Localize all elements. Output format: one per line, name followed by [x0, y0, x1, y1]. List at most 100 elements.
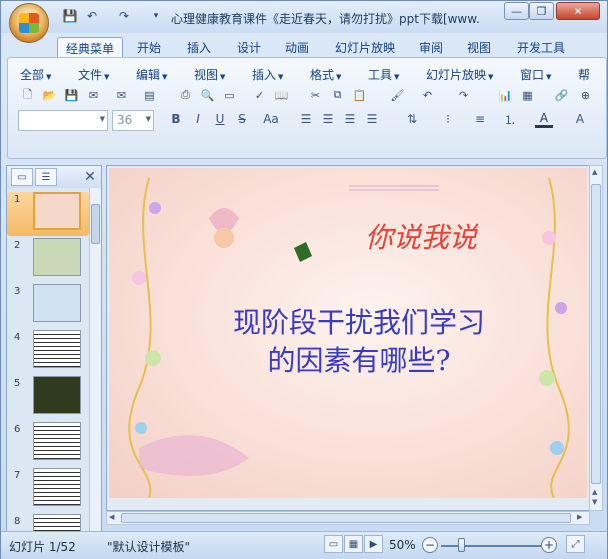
menu-tools[interactable]: 工具 ▼	[368, 66, 399, 83]
close-button[interactable]: ✕	[556, 2, 600, 20]
scroll-up-icon[interactable]: ▲	[592, 168, 600, 180]
numbering-icon[interactable]: ⒈	[501, 110, 519, 128]
undo-icon[interactable]: ↶	[418, 86, 437, 104]
thumbnail-scrollbar[interactable]	[89, 188, 101, 532]
menu-all[interactable]: 全部 ▼	[20, 66, 51, 83]
thumbnail-item[interactable]: 3	[7, 284, 89, 328]
paste-icon[interactable]: 📋	[350, 86, 369, 104]
scroll-left-icon[interactable]: ◀	[109, 513, 114, 521]
next-slide-icon[interactable]: ▼	[592, 498, 600, 506]
slides-tab-icon[interactable]: ▭	[11, 168, 33, 186]
office-button[interactable]	[9, 3, 49, 43]
menu-window[interactable]: 窗口 ▼	[520, 66, 551, 83]
tab-review[interactable]: 审阅	[411, 37, 451, 59]
print-preview-icon[interactable]: 🔍	[198, 86, 217, 104]
thumbnail-item[interactable]: 5	[7, 376, 89, 420]
new-icon[interactable]: 🗋	[18, 86, 37, 104]
align-left-icon[interactable]: ☰	[297, 110, 315, 128]
menu-slideshow[interactable]: 幻灯片放映 ▼	[426, 66, 493, 83]
slide-horizontal-scrollbar[interactable]: ◀ ▶	[106, 511, 590, 525]
italic-button[interactable]: I	[189, 110, 207, 128]
menu-view[interactable]: 视图 ▼	[194, 66, 225, 83]
web-preview-icon[interactable]: ▭	[220, 86, 239, 104]
redo-icon[interactable]: ↷	[115, 7, 133, 25]
thumbnail-item[interactable]: 2	[7, 238, 89, 282]
zoom-slider[interactable]	[441, 545, 541, 547]
thumbnail-item[interactable]: 6	[7, 422, 89, 466]
scrollbar-thumb[interactable]	[121, 513, 571, 523]
tab-animation[interactable]: 动画	[277, 37, 317, 59]
redo-icon[interactable]: ↷	[454, 86, 473, 104]
underline-button[interactable]: U	[211, 110, 229, 128]
tab-classic-menu[interactable]: 经典菜单	[57, 37, 124, 59]
line-spacing-icon[interactable]: ≡	[471, 110, 489, 128]
outline-tab-icon[interactable]: ☰	[35, 168, 57, 186]
pdf-icon[interactable]: ▤	[140, 86, 159, 104]
fit-to-window-icon[interactable]: ⤢	[566, 535, 585, 553]
format-painter-icon[interactable]: 🖌	[388, 86, 407, 104]
save-icon[interactable]: 💾	[62, 86, 81, 104]
thumbnail-item[interactable]: 8	[7, 514, 89, 532]
tab-home[interactable]: 开始	[129, 37, 169, 59]
justify-icon[interactable]: ☰	[363, 110, 381, 128]
print-icon[interactable]: ⎙	[176, 86, 195, 104]
zoom-slider-thumb[interactable]	[458, 538, 465, 552]
restore-button[interactable]: ❐	[529, 2, 554, 20]
align-center-icon[interactable]: ☰	[319, 110, 337, 128]
menu-format[interactable]: 格式 ▼	[310, 66, 341, 83]
menu-help[interactable]: 帮	[578, 66, 590, 83]
zoom-in-icon[interactable]: +	[541, 537, 557, 553]
font-size-combo[interactable]: 36 ▼	[112, 110, 154, 131]
prev-slide-icon[interactable]: ▲	[592, 488, 600, 496]
close-pane-icon[interactable]: ✕	[79, 168, 101, 186]
undo-icon[interactable]: ↶	[83, 7, 101, 25]
open-icon[interactable]: 📂	[40, 86, 59, 104]
strike-button[interactable]: S	[233, 110, 251, 128]
bold-button[interactable]: B	[167, 110, 185, 128]
spelling-icon[interactable]: ✓	[250, 86, 269, 104]
zoom-out-icon[interactable]: −	[422, 537, 438, 553]
scrollbar-thumb[interactable]	[591, 184, 601, 484]
save-icon[interactable]: 💾	[61, 7, 79, 25]
slide-canvas[interactable]: 你说我说 现阶段干扰我们学习 的因素有哪些?	[109, 168, 587, 498]
thumbnail-item[interactable]: 4	[7, 330, 89, 374]
pane-tabs: ▭ ☰ ✕	[7, 166, 101, 188]
zoom-level[interactable]: 50%	[389, 538, 416, 552]
table-icon[interactable]: ▦	[518, 86, 537, 104]
menu-file[interactable]: 文件 ▼	[78, 66, 109, 83]
thumbnail-image	[33, 468, 81, 506]
minimize-button[interactable]: —	[504, 2, 529, 20]
chart-icon[interactable]: 📊	[496, 86, 515, 104]
tab-design[interactable]: 设计	[229, 37, 269, 59]
bullets-icon[interactable]: ⁝	[439, 110, 457, 128]
customize-qat-button[interactable]: ▾	[147, 7, 165, 25]
thumbnail-item[interactable]: 1	[7, 192, 89, 236]
tab-slideshow[interactable]: 幻灯片放映	[327, 37, 403, 59]
grow-font-icon[interactable]: A	[571, 110, 589, 128]
cut-icon[interactable]: ✂	[306, 86, 325, 104]
tab-insert[interactable]: 插入	[179, 37, 219, 59]
research-icon[interactable]: 📖	[272, 86, 291, 104]
normal-view-icon[interactable]: ▭	[324, 535, 343, 553]
align-right-icon[interactable]: ☰	[341, 110, 359, 128]
zoom-icon[interactable]: ⊕	[576, 86, 595, 104]
scrollbar-thumb[interactable]	[91, 204, 100, 244]
scroll-right-icon[interactable]: ▶	[577, 513, 582, 521]
tab-developer[interactable]: 开发工具	[509, 37, 573, 59]
text-direction-icon[interactable]: ⇅	[403, 110, 421, 128]
hyperlink-icon[interactable]: 🔗	[552, 86, 571, 104]
font-color-icon[interactable]: A	[535, 110, 553, 128]
change-case-button[interactable]: Aa	[259, 110, 283, 128]
slide-vertical-scrollbar[interactable]: ▲ ▲ ▼	[589, 165, 603, 511]
permission-icon[interactable]: ✉	[84, 86, 103, 104]
slideshow-view-icon[interactable]: ▶	[364, 535, 383, 553]
thumbnail-item[interactable]: 7	[7, 468, 89, 512]
slide-sorter-icon[interactable]: ▦	[344, 535, 363, 553]
tab-view[interactable]: 视图	[459, 37, 499, 59]
menu-edit[interactable]: 编辑 ▼	[136, 66, 167, 83]
font-name-combo[interactable]: ▼	[18, 110, 108, 131]
email-icon[interactable]: ✉	[112, 86, 131, 104]
copy-icon[interactable]: ⧉	[328, 86, 347, 104]
menu-insert[interactable]: 插入 ▼	[252, 66, 283, 83]
chevron-down-icon: ▼	[145, 115, 151, 123]
